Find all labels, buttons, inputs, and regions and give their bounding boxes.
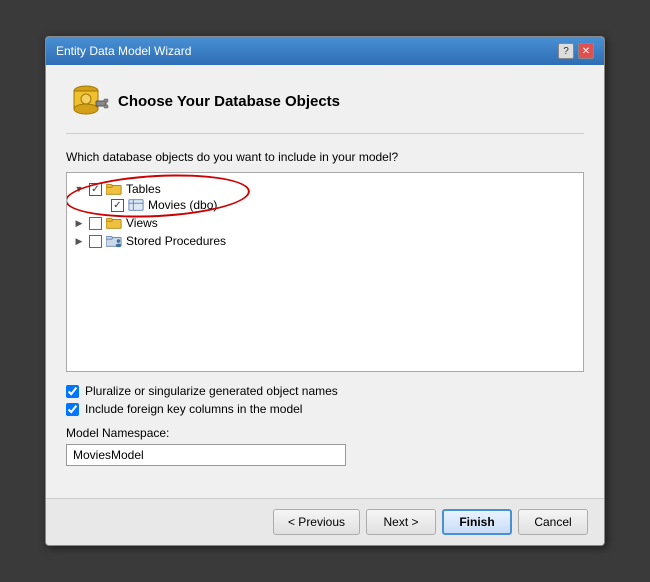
tree-item-views[interactable]: ▶ Views [73,215,577,231]
namespace-label: Model Namespace: [66,426,584,440]
checkbox-stored[interactable] [89,235,102,248]
window-title: Entity Data Model Wizard [56,44,191,58]
checkbox-foreignkey[interactable] [66,403,79,416]
title-controls: ? ✕ [558,43,594,59]
next-button[interactable]: Next > [366,509,436,535]
option-pluralize-label: Pluralize or singularize generated objec… [85,384,338,398]
checkbox-pluralize[interactable] [66,385,79,398]
tree-label-views: Views [126,216,158,230]
wizard-window: Entity Data Model Wizard ? ✕ [45,36,605,546]
database-icon [66,81,106,121]
namespace-input[interactable] [66,444,346,466]
tree-item-tables[interactable]: ▼ Tables [73,181,217,197]
tree-view[interactable]: ▼ Tables [66,172,584,372]
options-section: Pluralize or singularize generated objec… [66,384,584,416]
finish-button[interactable]: Finish [442,509,512,535]
question-label: Which database objects do you want to in… [66,150,584,164]
tree-item-movies[interactable]: Movies (dbo) [95,197,217,213]
namespace-section: Model Namespace: [66,426,584,466]
option-foreignkey[interactable]: Include foreign key columns in the model [66,402,584,416]
page-title: Choose Your Database Objects [118,93,340,110]
tree-label-stored: Stored Procedures [126,234,226,248]
help-button[interactable]: ? [558,43,574,59]
previous-button[interactable]: < Previous [273,509,360,535]
expand-icon-movies [95,199,107,211]
option-foreignkey-label: Include foreign key columns in the model [85,402,302,416]
tree-label-tables: Tables [126,182,161,196]
checkbox-tables[interactable] [89,183,102,196]
title-bar-left: Entity Data Model Wizard [56,44,191,58]
tree-item-stored-procedures[interactable]: ▶ Stored Procedures [73,233,577,249]
checkbox-views[interactable] [89,217,102,230]
header-section: Choose Your Database Objects [66,81,584,134]
wizard-footer: < Previous Next > Finish Cancel [46,498,604,545]
folder-icon-tables [106,182,122,196]
wizard-content: Choose Your Database Objects Which datab… [46,65,604,498]
table-icon-movies [128,198,144,212]
expand-icon-stored[interactable]: ▶ [73,235,85,247]
close-button[interactable]: ✕ [578,43,594,59]
tree-annotation: ▼ Tables [73,181,217,213]
checkbox-movies[interactable] [111,199,124,212]
folder-icon-stored [106,234,122,248]
cancel-button[interactable]: Cancel [518,509,588,535]
option-pluralize[interactable]: Pluralize or singularize generated objec… [66,384,584,398]
folder-icon-views [106,216,122,230]
expand-icon-views[interactable]: ▶ [73,217,85,229]
expand-icon-tables[interactable]: ▼ [73,183,85,195]
tree-label-movies: Movies (dbo) [148,198,217,212]
title-bar: Entity Data Model Wizard ? ✕ [46,37,604,65]
